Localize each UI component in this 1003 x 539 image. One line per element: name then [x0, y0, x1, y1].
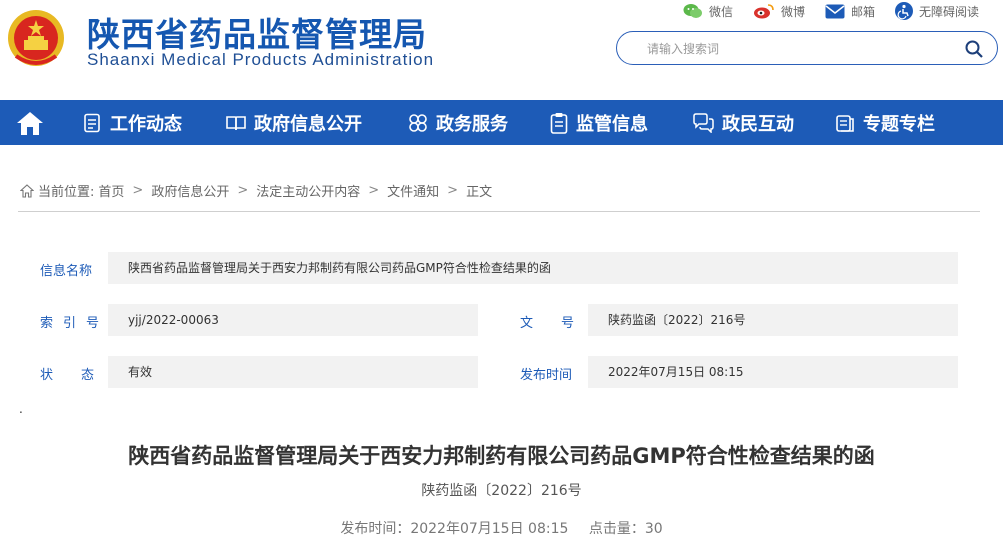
- info-docno-value: 陕药监函〔2022〕216号: [588, 304, 958, 336]
- nav-item-special-topics[interactable]: 专题专栏: [835, 100, 935, 145]
- breadcrumb-separator: >: [368, 183, 380, 198]
- publish-time: 发布时间：2022年07月15日 08:15: [340, 521, 569, 537]
- wechat-link[interactable]: 微信: [683, 3, 733, 20]
- weibo-link[interactable]: 微博: [753, 3, 805, 20]
- nav-label: 监管信息: [576, 113, 648, 135]
- search-box: [616, 31, 998, 65]
- article-meta: 发布时间：2022年07月15日 08:15 点击量：30: [0, 518, 1003, 538]
- nav-item-gov-info[interactable]: 政府信息公开: [226, 100, 362, 145]
- nav-item-public-interaction[interactable]: 政民互动: [692, 100, 794, 145]
- stray-dot: .: [19, 402, 23, 416]
- nav-label: 专题专栏: [863, 113, 935, 135]
- click-count: 点击量：30: [588, 521, 663, 537]
- info-name-value: 陕西省药品监督管理局关于西安力邦制药有限公司药品GMP符合性检查结果的函: [108, 252, 958, 284]
- mail-label: 邮箱: [850, 4, 875, 19]
- breadcrumb-divider: [18, 211, 980, 212]
- site-subtitle-english: Shaanxi Medical Products Administration: [87, 50, 435, 69]
- accessibility-label: 无障碍阅读: [918, 4, 979, 19]
- mail-icon: [825, 4, 845, 18]
- grid-flower-icon: [409, 113, 427, 132]
- chat-bubbles-icon: [693, 112, 714, 133]
- clipboard-icon: [550, 112, 568, 134]
- breadcrumb: 当前位置: 首页 > 政府信息公开 > 法定主动公开内容 > 文件通知 > 正文: [20, 181, 492, 200]
- accessibility-icon: [894, 2, 913, 20]
- nav-item-supervision-info[interactable]: 监管信息: [550, 100, 648, 145]
- info-date-value: 2022年07月15日 08:15: [588, 356, 958, 388]
- home-icon: [17, 111, 43, 135]
- info-date-label: 发布时间: [520, 368, 573, 383]
- top-links: 微信 微博 邮箱 无障碍阅读: [683, 2, 979, 20]
- nav-home-button[interactable]: [0, 100, 60, 145]
- mail-link[interactable]: 邮箱: [825, 3, 875, 20]
- accessibility-link[interactable]: 无障碍阅读: [894, 2, 979, 20]
- wechat-label: 微信: [708, 4, 733, 19]
- article-doc-number: 陕药监函〔2022〕216号: [421, 483, 582, 499]
- nav-label: 政府信息公开: [254, 113, 362, 135]
- breadcrumb-prefix: 当前位置:: [38, 185, 95, 200]
- info-status-value: 有效: [108, 356, 478, 388]
- info-name-label: 信息名称: [40, 264, 93, 279]
- book-icon: [226, 115, 246, 130]
- breadcrumb-item-notices[interactable]: 文件通知: [387, 181, 439, 200]
- national-emblem-icon: [8, 10, 64, 66]
- nav-item-gov-services[interactable]: 政务服务: [408, 100, 508, 145]
- search-icon[interactable]: [965, 40, 983, 58]
- site-title: 陕西省药品监督管理局: [87, 15, 427, 54]
- article-title: 陕西省药品监督管理局关于西安力邦制药有限公司药品GMP符合性检查结果的函: [128, 444, 875, 468]
- wechat-icon: [683, 4, 702, 18]
- weibo-label: 微博: [780, 4, 805, 19]
- nav-label: 工作动态: [110, 113, 182, 135]
- breadcrumb-separator: >: [447, 183, 459, 198]
- nav-label: 政务服务: [436, 113, 508, 135]
- main-nav: 工作动态 政府信息公开 政务服务 监管信息 政民互动 专题专栏: [0, 100, 1003, 145]
- weibo-icon: [753, 4, 774, 19]
- folder-icon: [836, 114, 854, 132]
- breadcrumb-separator: >: [132, 183, 144, 198]
- breadcrumb-item-home[interactable]: 首页: [98, 181, 124, 200]
- home-icon: [20, 183, 34, 198]
- info-index-value: yjj/2022-00063: [108, 304, 478, 336]
- site-header: 陕西省药品监督管理局 Shaanxi Medical Products Admi…: [0, 0, 1003, 100]
- document-list-icon: [84, 113, 100, 132]
- nav-label: 政民互动: [722, 113, 794, 135]
- breadcrumb-item-gov-info[interactable]: 政府信息公开: [151, 181, 229, 200]
- info-index-label: 索引号: [40, 316, 110, 331]
- breadcrumb-separator: >: [237, 183, 249, 198]
- breadcrumb-item-statutory[interactable]: 法定主动公开内容: [256, 181, 360, 200]
- nav-item-work-news[interactable]: 工作动态: [82, 100, 182, 145]
- search-input[interactable]: [645, 38, 949, 60]
- breadcrumb-item-current: 正文: [466, 185, 493, 200]
